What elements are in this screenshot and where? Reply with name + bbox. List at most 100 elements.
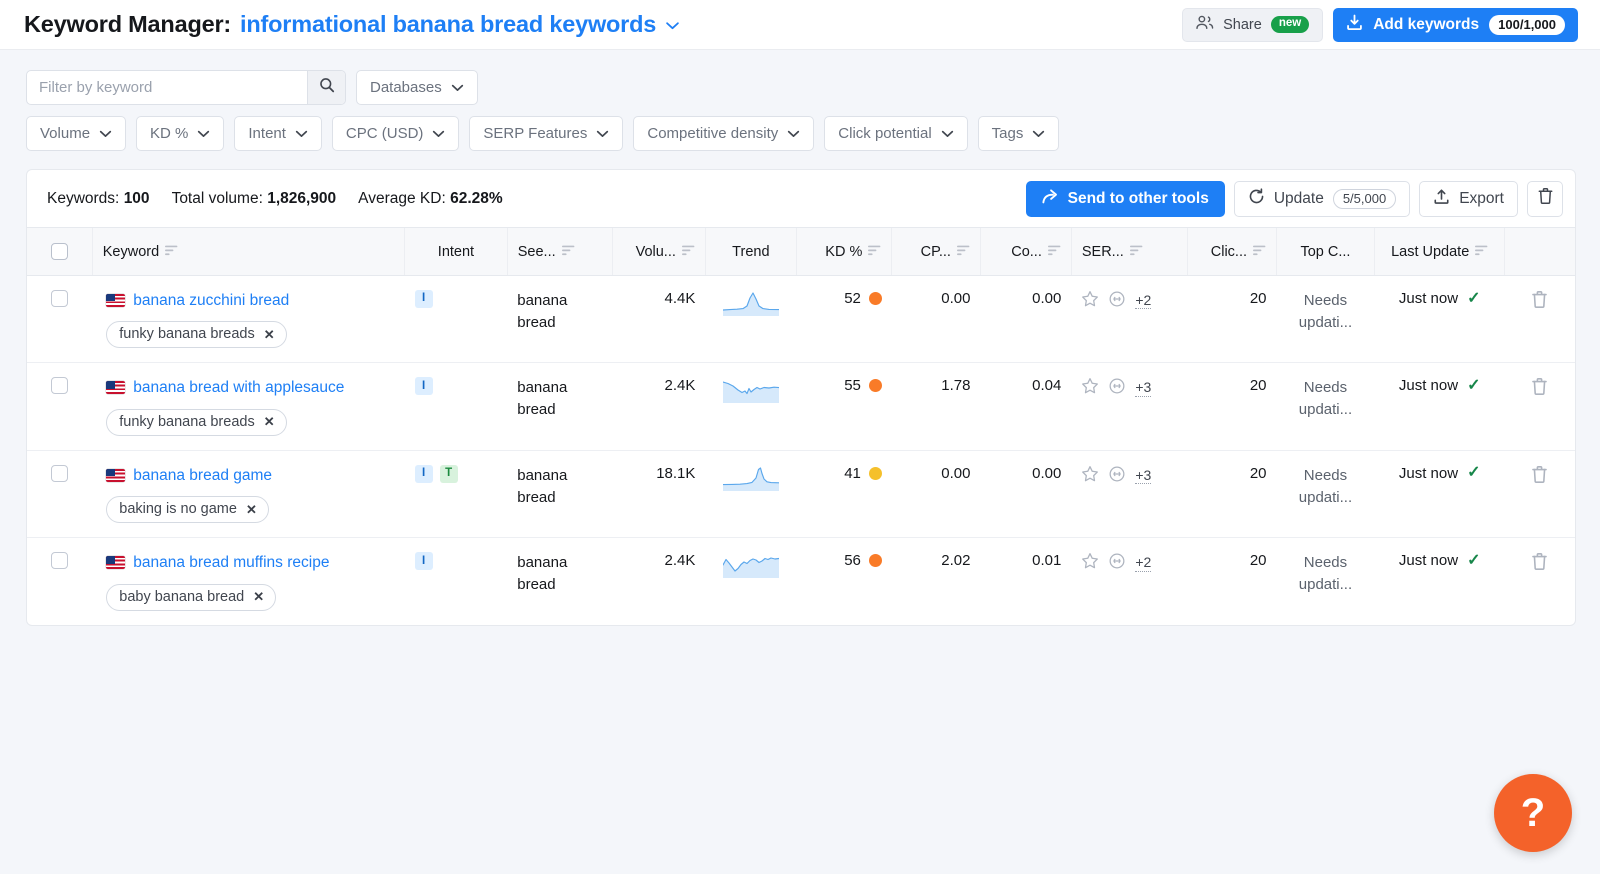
sort-icon[interactable]	[1047, 244, 1061, 260]
row-checkbox[interactable]	[51, 464, 69, 482]
sort-icon[interactable]	[1129, 244, 1143, 260]
volume-cell: 4.4K	[612, 275, 706, 364]
filter-cpc-usd[interactable]: CPC (USD)	[331, 116, 460, 151]
send-to-other-tools-button[interactable]: Send to other tools	[1025, 180, 1225, 217]
table-row[interactable]: banana zucchini bread funky banana breads…	[27, 275, 1575, 364]
filter-volume[interactable]: Volume	[26, 116, 127, 151]
serp-features-more[interactable]: +3	[1135, 467, 1152, 485]
share-button[interactable]: Share new	[1182, 7, 1324, 42]
remove-tag-icon[interactable]: ✕	[246, 503, 257, 516]
filter-label: CPC (USD)	[345, 125, 424, 142]
select-all-checkbox[interactable]	[50, 243, 68, 260]
link-icon[interactable]	[1108, 552, 1126, 574]
keyword-cell: banana zucchini bread funky banana breads…	[92, 275, 405, 364]
column-header-kd-[interactable]: KD %	[795, 227, 892, 276]
column-header-volu[interactable]: Volu...	[611, 227, 706, 276]
click-potential-cell: 20	[1187, 275, 1277, 364]
column-header-co[interactable]: Co...	[979, 227, 1072, 276]
cpc-cell: 0.00	[891, 275, 981, 364]
serp-features-more[interactable]: +2	[1135, 292, 1152, 310]
export-button[interactable]: Export	[1419, 180, 1518, 217]
filter-serp-features[interactable]: SERP Features	[469, 116, 624, 151]
search-button[interactable]	[307, 71, 345, 104]
row-select-cell	[27, 362, 93, 451]
keyword-link[interactable]: banana bread game	[133, 465, 272, 487]
chevron-down-icon	[596, 125, 609, 142]
sort-icon[interactable]	[561, 244, 575, 260]
chevron-down-icon[interactable]	[665, 16, 680, 33]
delete-row-button[interactable]	[1531, 290, 1548, 309]
serp-features-cell: +3	[1071, 450, 1188, 539]
add-keywords-button[interactable]: Add keywords 100/1,000	[1333, 7, 1578, 42]
filter-databases[interactable]: Databases	[356, 70, 478, 105]
serp-features-more[interactable]: +2	[1135, 554, 1152, 572]
chevron-down-icon	[451, 79, 464, 96]
sort-icon[interactable]	[868, 244, 881, 260]
kd-value: 52	[844, 290, 861, 307]
column-header-cp[interactable]: CP...	[891, 227, 981, 276]
intent-badge-i[interactable]: I	[414, 377, 433, 396]
sort-icon[interactable]	[681, 244, 695, 260]
keyword-link[interactable]: banana zucchini bread	[133, 290, 289, 312]
star-icon[interactable]	[1081, 465, 1099, 487]
row-checkbox[interactable]	[51, 552, 69, 570]
help-button[interactable]: ?	[1494, 774, 1572, 852]
intent-badge-i[interactable]: I	[414, 464, 433, 483]
serp-features-more[interactable]: +3	[1135, 379, 1152, 397]
link-icon[interactable]	[1108, 465, 1126, 487]
remove-tag-icon[interactable]: ✕	[253, 590, 264, 603]
stat-keywords: Keywords: 100	[47, 190, 150, 208]
table-row[interactable]: banana bread muffins recipe baby banana b…	[27, 538, 1575, 625]
delete-row-button[interactable]	[1531, 377, 1548, 396]
filter-competitive-density[interactable]: Competitive density	[633, 116, 815, 151]
competitive-density-value: 0.00	[1032, 290, 1062, 307]
keyword-tag[interactable]: funky banana breads ✕	[106, 321, 287, 349]
star-icon[interactable]	[1081, 552, 1099, 574]
filter-tags[interactable]: Tags	[977, 116, 1060, 151]
page-title-prefix: Keyword Manager:	[24, 11, 232, 37]
intent-badge-t[interactable]: T	[439, 464, 458, 483]
row-checkbox[interactable]	[51, 377, 69, 395]
column-header-see[interactable]: See...	[506, 227, 613, 276]
table-row[interactable]: banana bread with applesauce funky banana…	[27, 362, 1575, 451]
sort-icon[interactable]	[1475, 244, 1488, 260]
remove-tag-icon[interactable]: ✕	[264, 415, 275, 428]
kd-difficulty-dot	[868, 554, 882, 568]
keyword-link[interactable]: banana bread with applesauce	[133, 377, 344, 399]
delete-row-button[interactable]	[1531, 552, 1548, 571]
update-button[interactable]: Update 5/5,000	[1233, 180, 1411, 217]
filter-click-potential[interactable]: Click potential	[824, 116, 968, 151]
sort-icon[interactable]	[956, 244, 970, 260]
column-header-ser[interactable]: SER...	[1070, 227, 1188, 276]
volume-cell: 18.1K	[612, 450, 706, 539]
keyword-list-name[interactable]: informational banana bread keywords	[240, 11, 656, 38]
keyword-tag[interactable]: baking is no game ✕	[106, 496, 269, 524]
filter-kd[interactable]: KD %	[136, 116, 225, 151]
star-icon[interactable]	[1081, 290, 1099, 312]
column-header-keyword[interactable]: Keyword	[91, 227, 405, 276]
intent-badge-i[interactable]: I	[414, 290, 433, 308]
column-header-trend: Trend	[704, 227, 797, 276]
table-row[interactable]: banana bread game baking is no game ✕ I Tban…	[27, 450, 1575, 539]
link-icon[interactable]	[1108, 377, 1126, 399]
top-competitor-cell: Needs updati...	[1277, 538, 1375, 625]
remove-tag-icon[interactable]: ✕	[264, 328, 275, 341]
keyword-link[interactable]: banana bread muffins recipe	[133, 552, 329, 574]
star-icon[interactable]	[1081, 377, 1099, 399]
filter-intent[interactable]: Intent	[234, 116, 322, 151]
keyword-tag[interactable]: baby banana bread ✕	[106, 583, 277, 611]
us-flag-icon	[106, 468, 126, 482]
search-input[interactable]	[27, 71, 307, 104]
delete-selected-button[interactable]	[1527, 180, 1563, 217]
serp-features-cell: +3	[1071, 362, 1188, 451]
competitive-density-cell: 0.00	[980, 450, 1072, 539]
intent-badge-i[interactable]: I	[414, 552, 433, 571]
sort-icon[interactable]	[165, 244, 178, 260]
column-header-last-update[interactable]: Last Update	[1373, 227, 1505, 276]
sort-icon[interactable]	[1253, 244, 1266, 260]
delete-row-button[interactable]	[1531, 465, 1548, 484]
link-icon[interactable]	[1108, 290, 1126, 312]
keyword-tag[interactable]: funky banana breads ✕	[106, 408, 287, 436]
row-checkbox[interactable]	[51, 290, 69, 307]
column-header-clic[interactable]: Clic...	[1187, 227, 1277, 276]
